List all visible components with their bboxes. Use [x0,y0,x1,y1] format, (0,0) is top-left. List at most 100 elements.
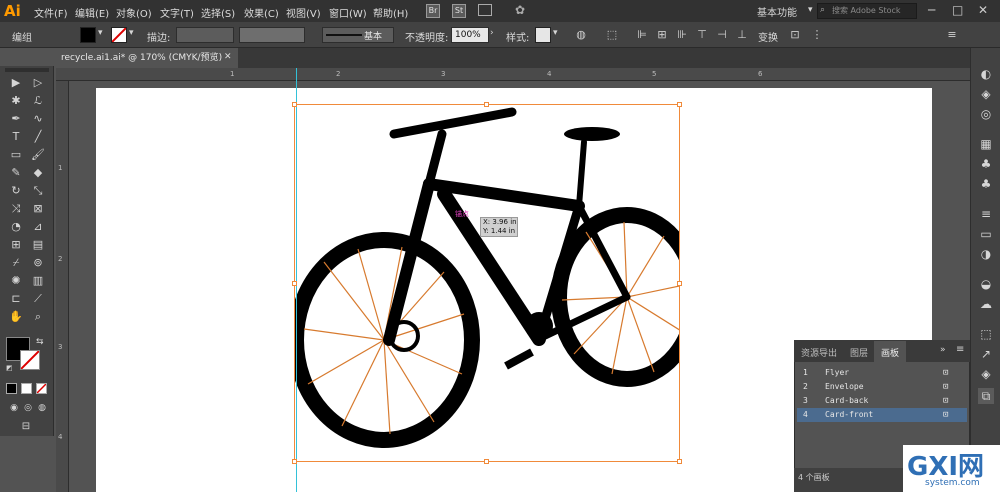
perspective-grid-tool-icon[interactable]: ⊿ [28,218,48,235]
panel-menu-icon[interactable]: ≡ [956,344,964,355]
libraries-panel-icon[interactable]: ☁ [978,296,994,312]
stroke-swatch[interactable] [111,27,127,43]
appearance-panel-icon[interactable]: ◒ [978,276,994,292]
chevron-down-icon[interactable]: ▾ [808,5,813,15]
resize-handle[interactable] [484,459,489,464]
menu-file[interactable]: 文件(F) [34,5,68,20]
artboard-options-icon[interactable]: ⊡ [943,366,948,380]
edit-options-icon[interactable]: ⋮ [810,28,824,42]
symbols-panel-icon[interactable]: ♣ [978,156,994,172]
chevron-right-icon[interactable]: › [490,28,494,38]
selection-tool-icon[interactable]: ▶ [6,74,26,91]
menu-object[interactable]: 对象(O) [116,5,152,20]
graph-tool-icon[interactable]: ▥ [28,272,48,289]
artboard-options-icon[interactable]: ⊡ [943,380,948,394]
arrange-documents-icon[interactable] [478,4,492,16]
stock-search-input[interactable]: 搜索 Adobe Stock [817,3,917,19]
transform-button[interactable]: 变换 [758,29,778,44]
screen-mode-icon[interactable]: ⊟ [16,418,36,435]
stock-icon[interactable]: St [452,4,466,18]
eraser-tool-icon[interactable]: ◆ [28,164,48,181]
menu-select[interactable]: 选择(S) [201,5,235,20]
minimize-icon[interactable]: ─ [928,3,935,17]
resize-handle[interactable] [292,102,297,107]
align-middle-icon[interactable]: ⊣ [715,28,729,42]
align-center-icon[interactable]: ⊞ [655,28,669,42]
mesh-tool-icon[interactable]: ⊞ [6,236,26,253]
free-transform-tool-icon[interactable]: ⊠ [28,200,48,217]
scale-tool-icon[interactable]: ⤡ [28,182,48,199]
workspace-switcher[interactable]: 基本功能 [757,4,797,19]
graphic-styles-icon[interactable]: ♣ [978,176,994,192]
pen-tool-icon[interactable]: ✒ [6,110,26,127]
none-mode-icon[interactable] [36,383,47,394]
align-right-icon[interactable]: ⊪ [675,28,689,42]
list-item[interactable]: 1 Flyer ⊡ [797,366,967,380]
asset-export-icon[interactable]: ⬚ [978,326,994,342]
paintbrush-tool-icon[interactable]: 🖌 [28,146,48,163]
resize-handle[interactable] [292,459,297,464]
graphic-style-swatch[interactable] [535,27,551,43]
default-colors-icon[interactable]: ◩ [6,364,13,372]
export-icon[interactable]: ↗ [978,346,994,362]
chevron-down-icon[interactable]: ▾ [553,28,558,38]
panel-menu-icon[interactable]: ≡ [945,28,959,42]
menu-view[interactable]: 视图(V) [286,5,321,20]
shape-builder-tool-icon[interactable]: ◔ [6,218,26,235]
fill-swatch[interactable] [80,27,96,43]
align-left-icon[interactable]: ⊫ [635,28,649,42]
shaper-tool-icon[interactable]: ✎ [6,164,26,181]
selection-bounding-box[interactable] [294,104,680,462]
line-tool-icon[interactable]: ╱ [28,128,48,145]
eyedropper-tool-icon[interactable]: ⌿ [6,254,26,271]
draw-inside-icon[interactable]: ◍ [32,400,52,417]
slice-tool-icon[interactable]: ⟋ [28,290,48,307]
resize-handle[interactable] [677,281,682,286]
maximize-icon[interactable]: □ [952,3,963,17]
magic-wand-tool-icon[interactable]: ✱ [6,92,26,109]
menu-help[interactable]: 帮助(H) [373,5,408,20]
hand-tool-icon[interactable]: ✋ [6,308,26,325]
resize-handle[interactable] [677,102,682,107]
menu-effect[interactable]: 效果(C) [244,5,279,20]
swatches-panel-icon[interactable]: ◎ [978,106,994,122]
list-item[interactable]: 3 Card-back ⊡ [797,394,967,408]
stroke-panel-icon[interactable]: ≡ [978,206,994,222]
brushes-panel-icon[interactable]: ▦ [978,136,994,152]
artboard-options-icon[interactable]: ⊡ [943,408,948,422]
direct-selection-tool-icon[interactable]: ▷ [28,74,48,91]
gradient-mode-icon[interactable] [21,383,32,394]
toolbar-grip[interactable] [5,68,49,72]
gradient-panel-icon[interactable]: ▭ [978,226,994,242]
menu-window[interactable]: 窗口(W) [329,5,367,20]
rotate-tool-icon[interactable]: ↻ [6,182,26,199]
artboard-options-icon[interactable]: ⊡ [943,394,948,408]
color-guide-icon[interactable]: ◈ [978,86,994,102]
color-panel-icon[interactable]: ◐ [978,66,994,82]
gradient-tool-icon[interactable]: ▤ [28,236,48,253]
collapse-panel-icon[interactable]: » [940,345,946,355]
zoom-tool-icon[interactable]: ⌕ [28,308,48,325]
transparency-panel-icon[interactable]: ◑ [978,246,994,262]
menu-edit[interactable]: 编辑(E) [75,5,109,20]
tab-asset-export[interactable]: 资源导出 [801,346,837,359]
artboard-tool-icon[interactable]: ⊏ [6,290,26,307]
align-top-icon[interactable]: ⊤ [695,28,709,42]
bridge-icon[interactable]: Br [426,4,440,18]
tab-layers[interactable]: 图层 [850,346,868,359]
horizontal-ruler[interactable] [56,68,970,81]
lasso-tool-icon[interactable]: ℒ [28,92,48,109]
align-bottom-icon[interactable]: ⊥ [735,28,749,42]
chevron-down-icon[interactable]: ▾ [98,28,103,38]
stroke-weight-field[interactable] [176,27,234,43]
type-tool-icon[interactable]: T [6,128,26,145]
recolor-artwork-icon[interactable]: ◍ [574,28,588,42]
blend-tool-icon[interactable]: ⊚ [28,254,48,271]
resize-handle[interactable] [292,281,297,286]
gpu-performance-icon[interactable]: ✿ [515,3,525,17]
rectangle-tool-icon[interactable]: ▭ [6,146,26,163]
opacity-input[interactable]: 100% [451,27,489,43]
color-mode-icon[interactable] [6,383,17,394]
list-item[interactable]: 2 Envelope ⊡ [797,380,967,394]
resize-handle[interactable] [677,459,682,464]
